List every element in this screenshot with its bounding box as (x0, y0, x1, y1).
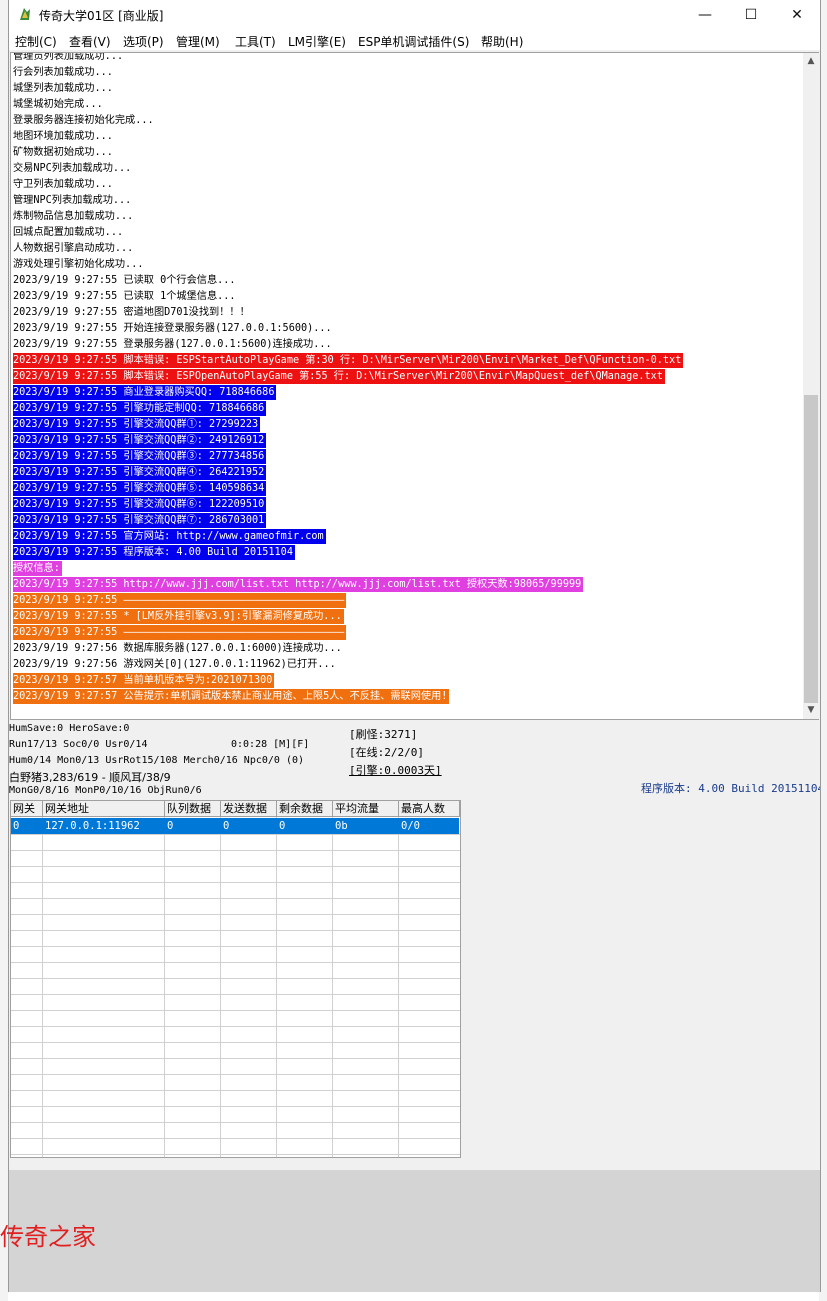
refresh-monster-text: [刷怪:3271] (349, 728, 418, 741)
log-output[interactable]: 管理员列表加载成功... 行会列表加载成功... 城堡列表加载成功... 城堡城初始完… (10, 52, 804, 720)
log-line: 行会列表加载成功... (13, 67, 113, 78)
log-line: 地图环境加载成功... (13, 131, 113, 142)
log-line: 人物数据引擎启动成功... (13, 243, 134, 254)
col-header-queue[interactable]: 队列数据 (165, 801, 221, 817)
cell-max-users: 0/0 (401, 820, 420, 832)
menu-help[interactable]: 帮助(H) (481, 33, 523, 50)
menu-manage[interactable]: 管理(M) (176, 33, 220, 50)
run-text: Run17/13 Soc0/0 Usr0/14 (9, 739, 148, 750)
engine-days-text: [引擎:0.0003天] (349, 764, 442, 777)
log-line: 2023/9/19 9:27:56 游戏网关[0](127.0.0.1:1196… (13, 659, 336, 670)
log-line: 管理员列表加载成功... (13, 52, 124, 62)
online-text: [在线:2/2/0] (349, 746, 424, 759)
log-line: 2023/9/19 9:27:55 ——————————————————————… (13, 593, 347, 608)
log-line: 2023/9/19 9:27:55 脚本错误: ESPStartAutoPlay… (13, 353, 684, 368)
log-line: 城堡城初始完成... (13, 99, 103, 110)
log-line: 2023/9/19 9:27:55 密道地图D701没找到！！！ (13, 307, 250, 318)
gateway-table[interactable]: 网关 网关地址 队列数据 发送数据 剩余数据 平均流量 最高人数 0 127.0… (10, 800, 461, 1158)
log-line: 2023/9/19 9:27:55 已读取 1个城堡信息... (13, 291, 236, 302)
log-line: 城堡列表加载成功... (13, 83, 113, 94)
boar-text: 白野猪3,283/619 - 顺风耳/38/9 (9, 771, 171, 784)
server-window: 传奇大学01区 [商业版] — ☐ ✕ 控制(C) 查看(V) 选项(P) 管理… (8, 0, 821, 1292)
uptime-text: 0:0:28 [M][F] (231, 739, 310, 750)
log-line: 2023/9/19 9:27:55 已读取 0个行会信息... (13, 275, 236, 286)
window-title: 传奇大学01区 [商业版] (39, 9, 164, 23)
cell-remaining: 0 (279, 820, 286, 832)
col-header-address[interactable]: 网关地址 (43, 801, 165, 817)
log-line: 2023/9/19 9:27:55 ——————————————————————… (13, 625, 347, 640)
cell-avg-flow: 0b (335, 820, 348, 832)
cell-queue: 0 (167, 820, 174, 832)
log-line: 登录服务器连接初始化完成... (13, 115, 154, 126)
log-line: 矿物数据初始成功... (13, 147, 113, 158)
col-header-gate[interactable]: 网关 (11, 801, 43, 817)
menu-control[interactable]: 控制(C) (15, 33, 57, 50)
log-line: 2023/9/19 9:27:55 引擎交流QQ群⑥: 122209510 (13, 497, 267, 512)
log-line: 2023/9/19 9:27:55 登录服务器(127.0.0.1:5600)连… (13, 339, 332, 350)
status-panel: HumSave:0 HeroSave:0 Run17/13 Soc0/0 Usr… (9, 720, 820, 800)
cell-address: 127.0.0.1:11962 (45, 820, 140, 832)
log-line: 2023/9/19 9:27:55 引擎功能定制QQ: 718846686 (13, 401, 267, 416)
cell-gate: 0 (13, 820, 20, 832)
log-line: 2023/9/19 9:27:55 官方网站: http://www.gameo… (13, 529, 326, 544)
col-header-sent[interactable]: 发送数据 (221, 801, 277, 817)
log-line: 2023/9/19 9:27:55 http://www.jjj.com/lis… (13, 577, 584, 592)
hum-text: Hum0/14 Mon0/13 UsrRot15/108 Merch0/16 N… (9, 755, 305, 766)
cell-sent: 0 (223, 820, 230, 832)
log-line: 炼制物品信息加载成功... (13, 211, 134, 222)
desktop-strip-left (0, 0, 8, 1301)
col-header-avg-flow[interactable]: 平均流量 (333, 801, 399, 817)
version-text: 程序版本: 4.00 Build 20151104 (641, 782, 821, 795)
log-line: 2023/9/19 9:27:57 当前单机版本号为:2021071300 (13, 673, 275, 688)
log-line: 授权信息: (13, 561, 62, 576)
log-line: 守卫列表加载成功... (13, 179, 113, 190)
minimize-button[interactable]: — (682, 0, 728, 30)
menu-bar: 控制(C) 查看(V) 选项(P) 管理(M) 工具(T) LM引擎(E) ES… (9, 30, 820, 50)
log-line: 交易NPC列表加载成功... (13, 163, 132, 174)
menu-options[interactable]: 选项(P) (123, 33, 164, 50)
log-line: 2023/9/19 9:27:55 引擎交流QQ群①: 27299223 (13, 417, 261, 432)
menu-lm-engine[interactable]: LM引擎(E) (288, 33, 346, 50)
maximize-button[interactable]: ☐ (728, 0, 774, 30)
col-header-max-users[interactable]: 最高人数 (399, 801, 460, 817)
mon-text: MonG0/8/16 MonP0/10/16 ObjRun0/6 (9, 785, 202, 796)
log-line: 2023/9/19 9:27:55 脚本错误: ESPOpenAutoPlayG… (13, 369, 665, 384)
log-line: 2023/9/19 9:27:55 程序版本: 4.00 Build 20151… (13, 545, 295, 560)
log-line: 2023/9/19 9:27:55 引擎交流QQ群③: 277734856 (13, 449, 267, 464)
menu-view[interactable]: 查看(V) (69, 33, 111, 50)
title-bar[interactable]: 传奇大学01区 [商业版] — ☐ ✕ (9, 0, 820, 30)
log-line: 管理NPC列表加载成功... (13, 195, 132, 206)
col-header-remaining[interactable]: 剩余数据 (277, 801, 333, 817)
scroll-down-icon[interactable]: ▼ (803, 703, 819, 717)
scroll-thumb[interactable] (804, 395, 818, 703)
log-line: 2023/9/19 9:27:55 商业登录器购买QQ: 718846686 (13, 385, 277, 400)
watermark-text: 传奇之家 (0, 1223, 96, 1251)
log-line: 游戏处理引擎初始化成功... (13, 259, 144, 270)
log-line: 2023/9/19 9:27:55 引擎交流QQ群②: 249126912 (13, 433, 267, 448)
app-logo-icon (20, 8, 30, 20)
log-line: 2023/9/19 9:27:55 * [LM反外挂引擎v3.9]:引擎漏洞修复… (13, 609, 344, 624)
menu-esp-plugin[interactable]: ESP单机调试插件(S) (358, 33, 469, 50)
log-line: 2023/9/19 9:27:55 引擎交流QQ群④: 264221952 (13, 465, 267, 480)
bottom-area (9, 1170, 820, 1292)
close-button[interactable]: ✕ (774, 0, 820, 30)
menu-tools[interactable]: 工具(T) (235, 33, 276, 50)
humsave-text: HumSave:0 HeroSave:0 (9, 723, 130, 734)
log-line: 2023/9/19 9:27:57 公告提示:单机调试版本禁止商业用途、上限5人… (13, 689, 450, 704)
log-line: 回城点配置加载成功... (13, 227, 124, 238)
log-line: 2023/9/19 9:27:55 引擎交流QQ群⑦: 286703001 (13, 513, 267, 528)
log-scrollbar[interactable]: ▲ ▼ (803, 52, 819, 720)
log-line: 2023/9/19 9:27:55 开始连接登录服务器(127.0.0.1:56… (13, 323, 332, 334)
log-line: 2023/9/19 9:27:55 引擎交流QQ群⑤: 140598634 (13, 481, 267, 496)
log-line: 2023/9/19 9:27:56 数据库服务器(127.0.0.1:6000)… (13, 643, 342, 654)
scroll-up-icon[interactable]: ▲ (803, 54, 819, 68)
